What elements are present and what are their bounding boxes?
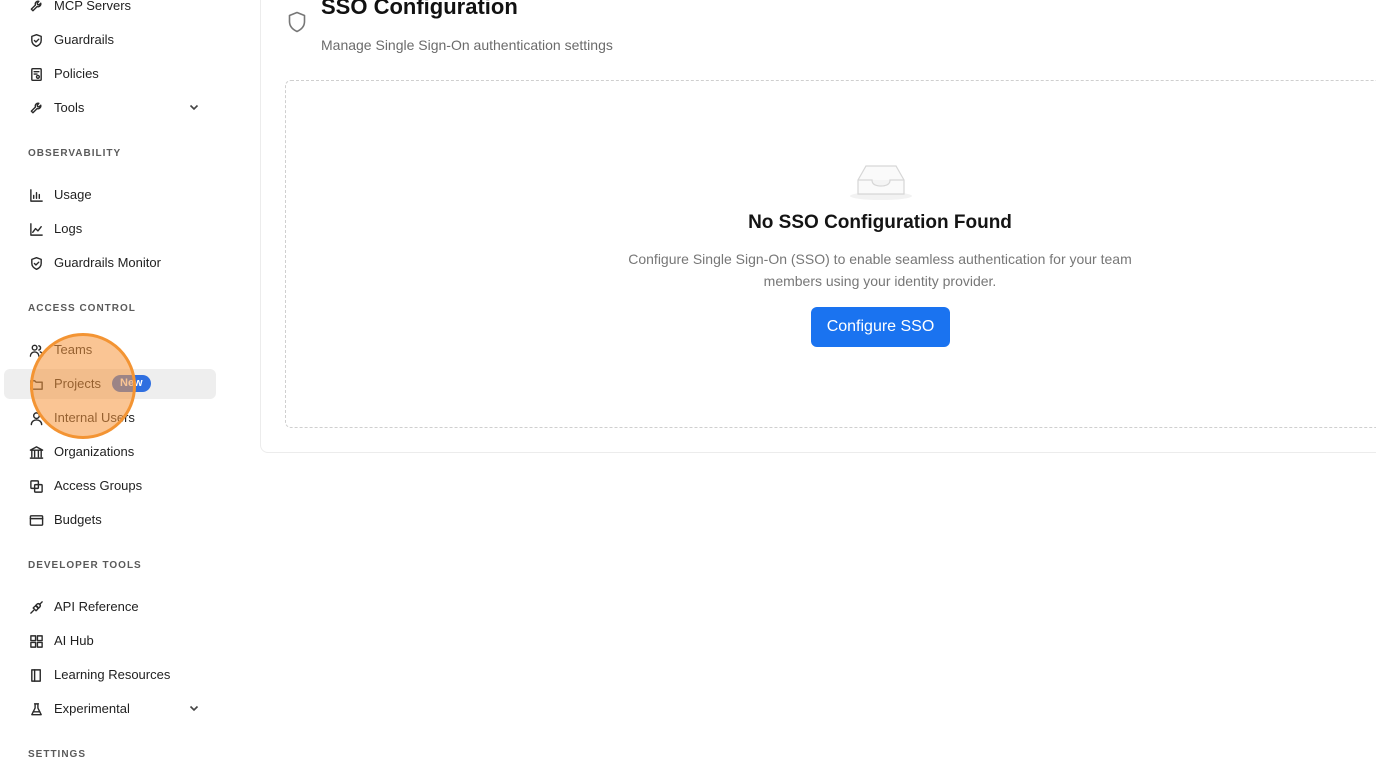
folder-icon (28, 376, 44, 392)
bank-icon (28, 444, 44, 460)
sidebar-item-policies[interactable]: Policies (4, 59, 216, 89)
shield-check-icon (28, 32, 44, 48)
sidebar: MCP Servers Guardrails Policies Tools OB… (0, 0, 224, 769)
wrench-icon (28, 0, 44, 14)
configure-sso-button[interactable]: Configure SSO (811, 307, 950, 347)
empty-state-title: No SSO Configuration Found (748, 212, 1012, 233)
sidebar-item-internal-users[interactable]: Internal Users (4, 403, 216, 433)
inbox-icon (848, 158, 914, 202)
section-observability: OBSERVABILITY (28, 148, 122, 159)
sidebar-item-ai-hub[interactable]: AI Hub (4, 626, 216, 656)
copy-icon (28, 478, 44, 494)
shield-check-icon (28, 255, 44, 271)
policy-doc-icon (28, 66, 44, 82)
wrench-icon (28, 100, 44, 116)
sidebar-item-teams[interactable]: Teams (4, 335, 216, 365)
line-chart-icon (28, 221, 44, 237)
shield-icon (287, 11, 307, 33)
sidebar-item-label: Budgets (54, 512, 102, 527)
grid-icon (28, 633, 44, 649)
sidebar-item-organizations[interactable]: Organizations (4, 437, 216, 467)
sidebar-item-label: AI Hub (54, 633, 94, 648)
team-icon (28, 342, 44, 358)
sidebar-item-experimental[interactable]: Experimental (4, 694, 216, 724)
sidebar-item-label: Learning Resources (54, 667, 171, 682)
app-root: MCP Servers Guardrails Policies Tools OB… (0, 0, 1376, 769)
sidebar-item-label: Access Groups (54, 478, 143, 493)
sidebar-item-label: Projects (54, 376, 101, 391)
bar-chart-icon (28, 187, 44, 203)
new-badge: New (112, 375, 151, 392)
sidebar-item-label: Internal Users (54, 410, 135, 425)
page-title: SSO Configuration (321, 0, 518, 19)
page-subtitle: Manage Single Sign-On authentication set… (321, 37, 613, 53)
wallet-icon (28, 512, 44, 528)
sidebar-item-guardrails-monitor[interactable]: Guardrails Monitor (4, 248, 216, 278)
sidebar-item-label: Tools (54, 100, 85, 115)
sidebar-item-label: Logs (54, 221, 83, 236)
sidebar-item-label: Usage (54, 187, 92, 202)
flask-icon (28, 701, 44, 717)
sidebar-item-label: Teams (54, 342, 93, 357)
sidebar-item-projects[interactable]: Projects New (4, 369, 216, 399)
sidebar-item-label: Experimental (54, 701, 130, 716)
sidebar-item-label: Guardrails Monitor (54, 255, 161, 270)
sidebar-item-learning-resources[interactable]: Learning Resources (4, 660, 216, 690)
sidebar-item-logs[interactable]: Logs (4, 214, 216, 244)
sidebar-item-access-groups[interactable]: Access Groups (4, 471, 216, 501)
sidebar-item-label: Policies (54, 66, 99, 81)
sidebar-item-budgets[interactable]: Budgets (4, 505, 216, 535)
book-icon (28, 667, 44, 683)
user-icon (28, 410, 44, 426)
section-developer-tools: DEVELOPER TOOLS (28, 560, 142, 571)
sidebar-item-label: API Reference (54, 599, 139, 614)
section-access-control: ACCESS CONTROL (28, 303, 136, 314)
sidebar-item-tools[interactable]: Tools (4, 93, 216, 123)
api-icon (28, 599, 44, 615)
sidebar-item-usage[interactable]: Usage (4, 180, 216, 210)
section-settings: SETTINGS (28, 749, 87, 760)
sidebar-item-api-reference[interactable]: API Reference (4, 592, 216, 622)
sidebar-item-label: MCP Servers (54, 0, 132, 13)
sidebar-item-guardrails[interactable]: Guardrails (4, 25, 216, 55)
sidebar-item-label: Guardrails (54, 32, 114, 47)
chevron-down-icon[interactable] (188, 101, 200, 113)
chevron-down-icon[interactable] (188, 702, 200, 714)
empty-state-description: Configure Single Sign-On (SSO) to enable… (628, 251, 1132, 289)
sidebar-item-mcp-servers[interactable]: MCP Servers (4, 0, 216, 21)
sidebar-item-label: Organizations (54, 444, 135, 459)
